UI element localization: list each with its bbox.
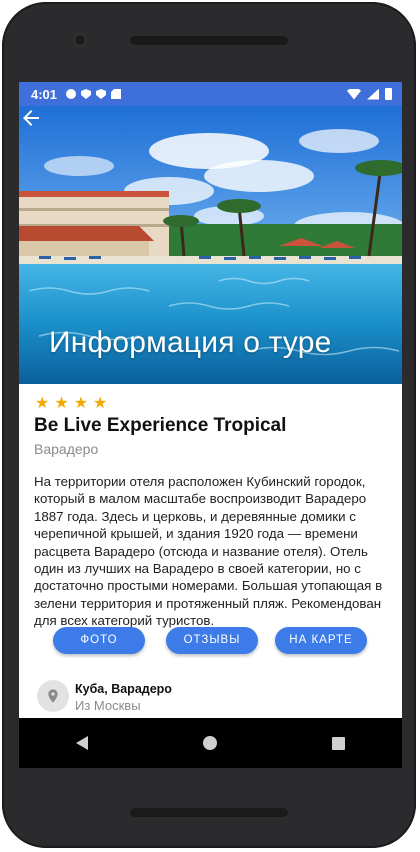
arrow-left-icon[interactable] <box>19 106 43 130</box>
star-icon: ★ <box>73 395 89 412</box>
location-subtitle: Из Москвы <box>75 698 141 713</box>
nav-home-icon[interactable] <box>202 736 217 750</box>
bottom-speaker <box>130 808 288 817</box>
hotel-name: Be Live Experience Tropical <box>34 415 287 436</box>
status-time: 4:01 <box>31 86 58 102</box>
sd-card-icon <box>111 89 122 99</box>
earpiece-speaker <box>130 36 288 45</box>
star-icon: ★ <box>54 395 69 412</box>
status-right-icons <box>347 88 392 100</box>
front-camera <box>75 35 85 45</box>
signal-icon <box>367 88 379 100</box>
status-left-icons <box>66 89 122 99</box>
gear-icon <box>66 89 77 99</box>
photo-button[interactable]: ФОТО <box>53 627 145 654</box>
status-bar: 4:01 <box>19 82 402 106</box>
page-title: Информация о туре <box>49 326 332 359</box>
location-title: Куба, Варадеро <box>75 682 172 696</box>
hotel-description: На территории отеля расположен Кубинский… <box>34 474 383 629</box>
star-icon: ★ <box>93 395 108 412</box>
hotel-city: Варадеро <box>34 441 99 457</box>
nav-back-icon[interactable] <box>76 736 89 750</box>
star-rating: ★ ★ ★ ★ <box>35 396 107 412</box>
screen: 4:01 Информация о туре ★ ★ ★ ★ Be Live E… <box>19 82 402 768</box>
on-map-button[interactable]: НА КАРТЕ <box>275 627 367 654</box>
nav-recents-icon[interactable] <box>331 736 345 750</box>
hero-image: Информация о туре <box>19 106 402 384</box>
shield-icon <box>96 89 107 99</box>
reviews-button[interactable]: ОТЗЫВЫ <box>166 627 258 654</box>
shield-icon <box>81 89 92 99</box>
battery-icon <box>385 88 392 100</box>
system-navigation-bar <box>19 718 402 768</box>
location-avatar <box>37 680 69 712</box>
wifi-icon <box>347 88 361 100</box>
map-pin-icon <box>48 689 58 703</box>
star-icon: ★ <box>35 395 50 412</box>
